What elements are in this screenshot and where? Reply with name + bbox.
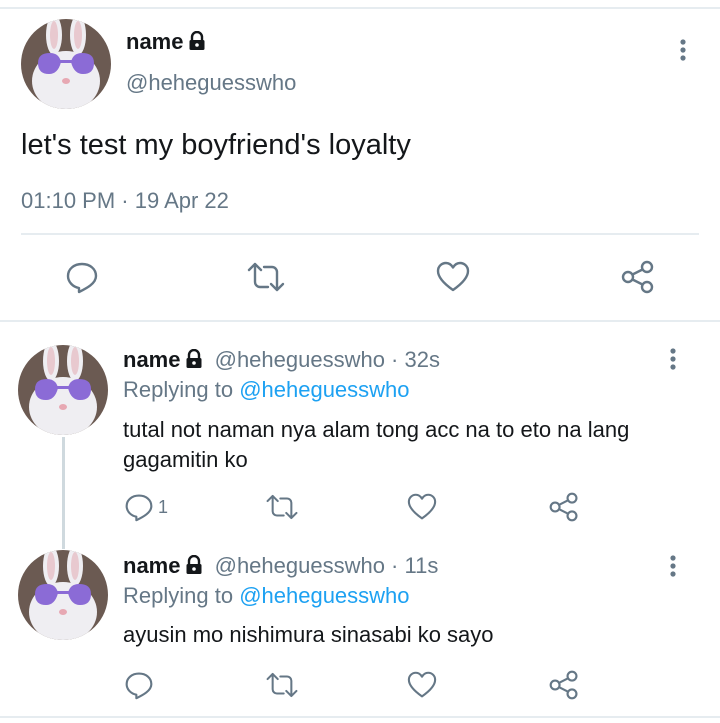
divider	[21, 233, 699, 235]
reply-icon[interactable]	[65, 260, 99, 294]
more-options-icon[interactable]	[666, 347, 680, 371]
like-icon[interactable]	[436, 261, 470, 293]
tweet-text: let's test my boyfriend's loyalty	[21, 129, 411, 161]
share-icon[interactable]	[620, 259, 656, 295]
author-handle[interactable]: @heheguesswho · 11s	[215, 553, 439, 578]
like-icon[interactable]	[407, 671, 437, 699]
replying-to-label: Replying to	[123, 377, 240, 402]
reply-text: ayusin mo nishimura sinasabi ko sayo	[123, 622, 494, 647]
author-name[interactable]: name	[126, 29, 183, 54]
replying-to-handle[interactable]: @heheguesswho	[239, 377, 409, 402]
reply-text: tutal not naman nya alam tong acc na to …	[123, 417, 630, 472]
lock-icon	[187, 30, 207, 57]
reply-icon[interactable]	[124, 670, 154, 700]
share-icon[interactable]	[548, 491, 580, 523]
section-divider	[0, 320, 720, 322]
replying-to-handle[interactable]: @heheguesswho	[239, 583, 409, 608]
more-options-icon[interactable]	[676, 38, 690, 62]
thread-line	[62, 437, 65, 549]
lock-icon	[184, 348, 204, 376]
avatar[interactable]	[18, 345, 108, 435]
author-handle[interactable]: @heheguesswho	[126, 70, 296, 96]
more-options-icon[interactable]	[666, 554, 680, 578]
lock-icon	[184, 554, 204, 582]
bottom-divider	[0, 716, 720, 718]
reply-count: 1	[158, 497, 169, 517]
avatar[interactable]	[21, 19, 111, 109]
top-divider	[0, 7, 720, 9]
reply-icon[interactable]	[124, 492, 154, 522]
retweet-icon[interactable]	[246, 260, 286, 294]
retweet-icon[interactable]	[265, 670, 299, 700]
tweet-timestamp: 01:10 PM · 19 Apr 22	[21, 188, 229, 213]
author-name[interactable]: name	[123, 553, 180, 578]
share-icon[interactable]	[548, 669, 580, 701]
retweet-icon[interactable]	[265, 492, 299, 522]
like-icon[interactable]	[407, 493, 437, 521]
author-handle[interactable]: @heheguesswho · 32s	[215, 347, 440, 372]
author-name[interactable]: name	[123, 347, 180, 372]
replying-to-label: Replying to	[123, 583, 240, 608]
avatar[interactable]	[18, 550, 108, 640]
